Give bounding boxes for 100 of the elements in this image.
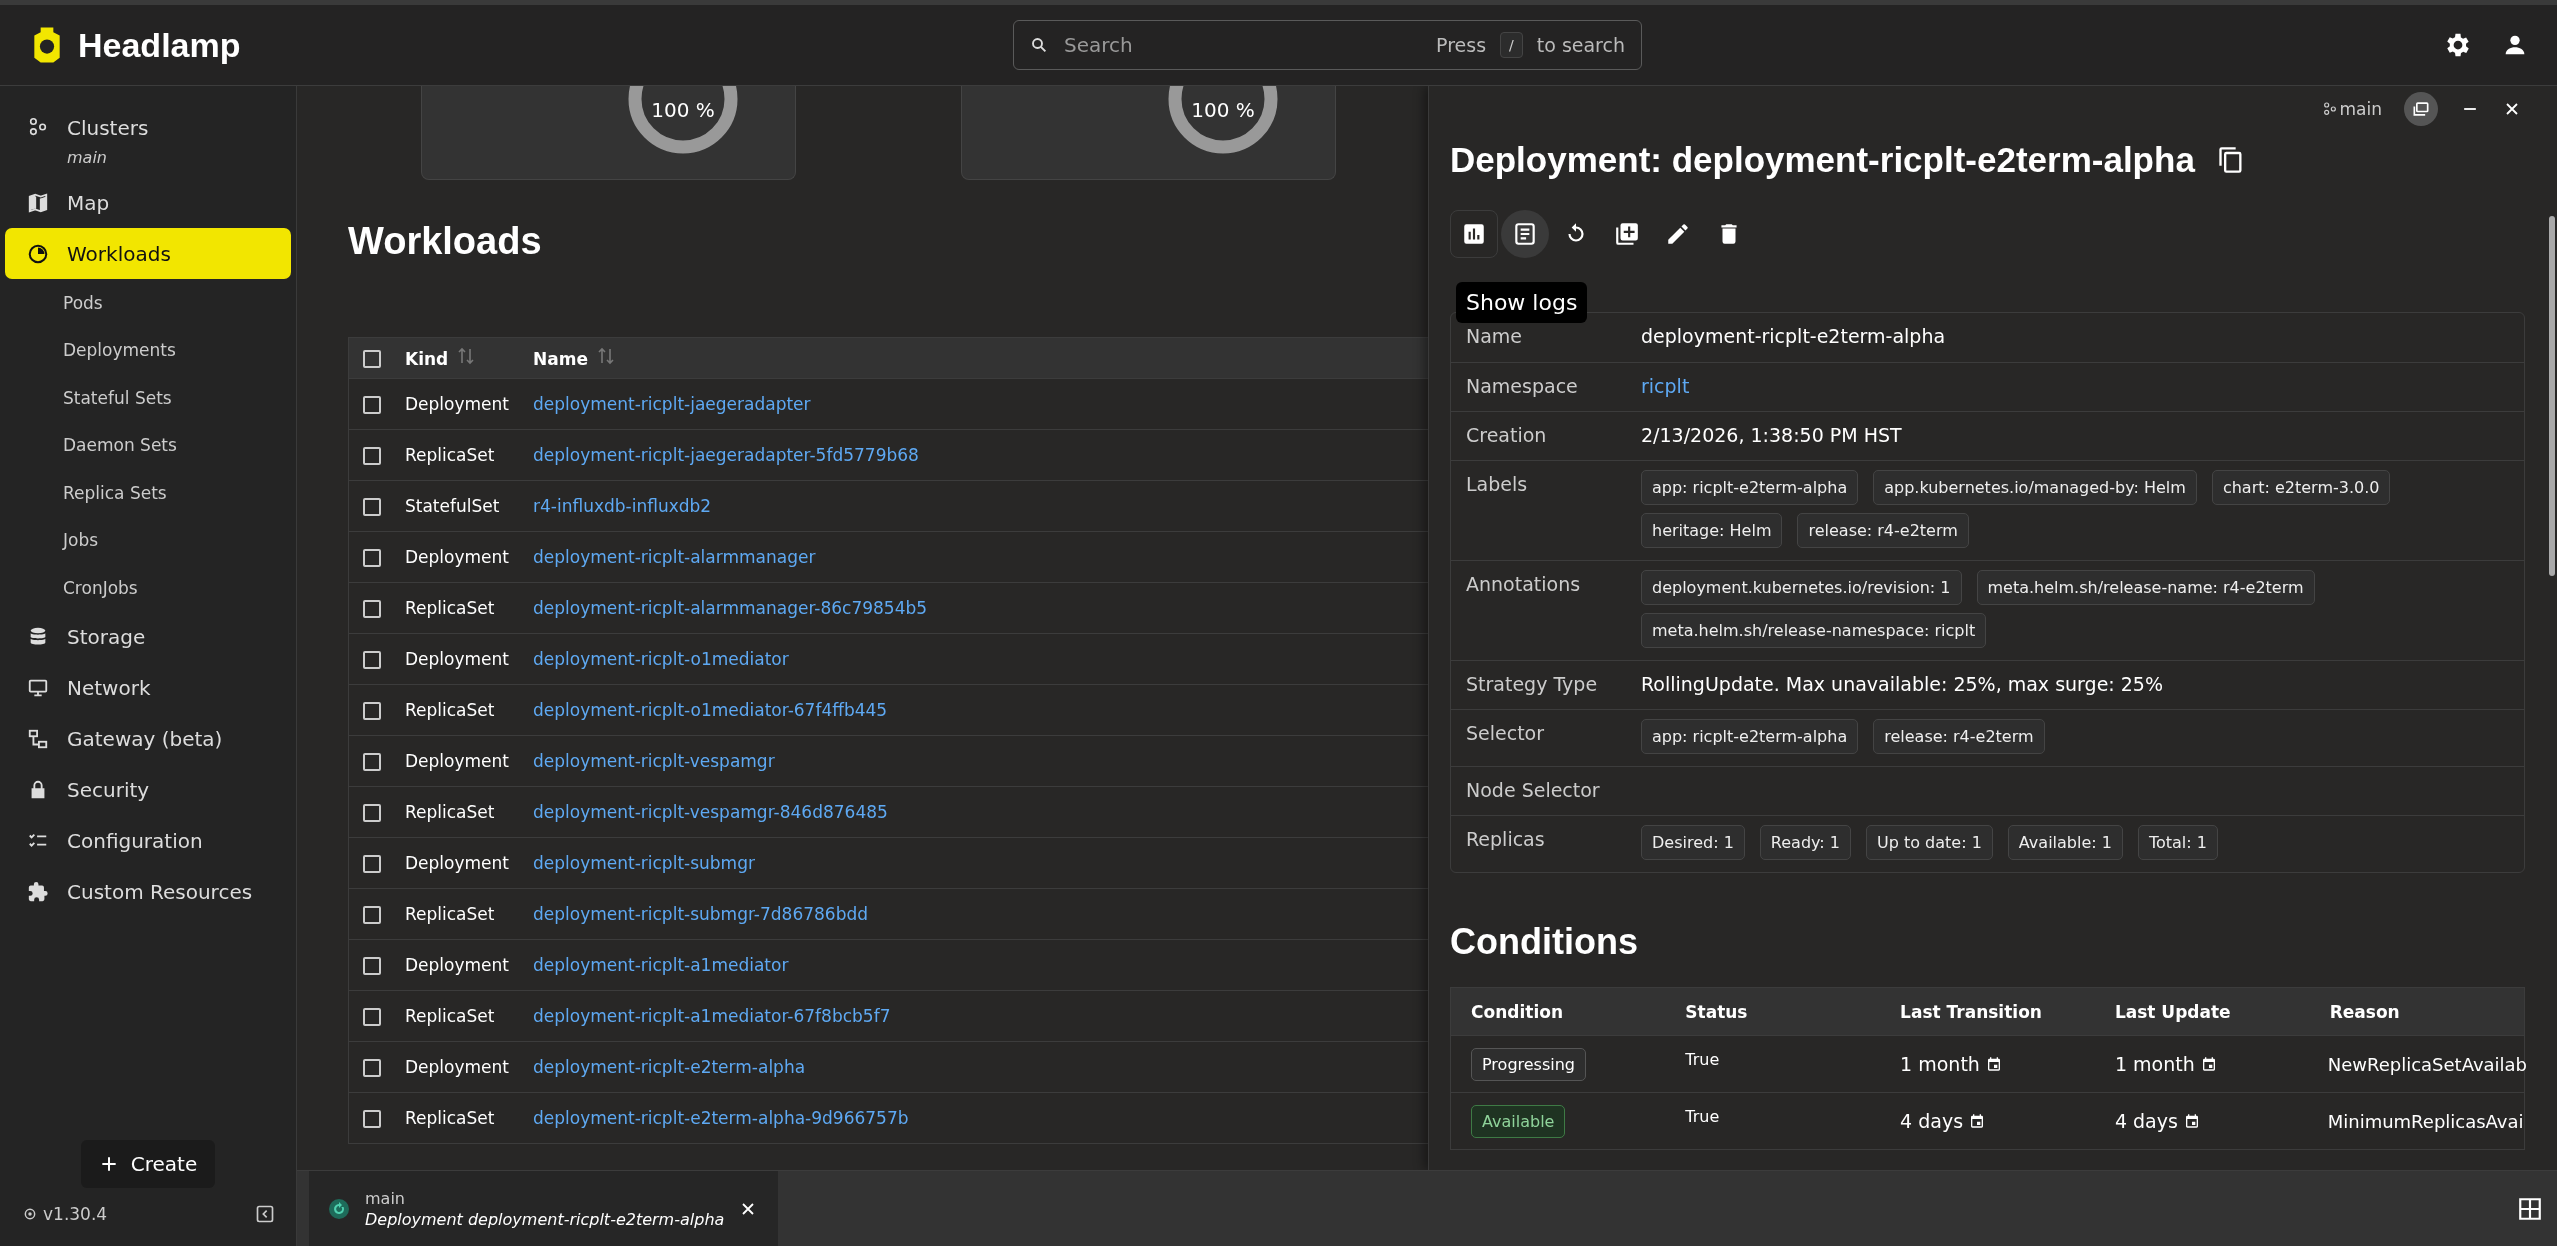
condition-tag: Progressing: [1471, 1047, 1587, 1081]
row-checkbox[interactable]: [363, 906, 381, 924]
create-button[interactable]: Create: [80, 1140, 216, 1188]
row-checkbox[interactable]: [363, 957, 381, 975]
sidebar-item[interactable]: Workloads: [5, 228, 291, 279]
resource-link[interactable]: deployment-ricplt-e2term-alpha-9d966757b: [533, 1108, 909, 1128]
select-all-checkbox[interactable]: [363, 350, 381, 368]
row-checkbox[interactable]: [363, 600, 381, 618]
row-checkbox[interactable]: [363, 447, 381, 465]
kind-cell: ReplicaSet: [405, 802, 495, 822]
sidebar-subitem[interactable]: Deployments: [5, 326, 291, 374]
sidebar-item[interactable]: Map: [5, 177, 291, 228]
shortcut-key: /: [1500, 32, 1523, 58]
resource-link[interactable]: deployment-ricplt-vespamgr: [533, 751, 775, 771]
resource-link[interactable]: deployment-ricplt-vespamgr-846d876485: [533, 802, 888, 822]
field-label: Namespace: [1465, 374, 1579, 399]
sidebar-item[interactable]: Security: [5, 764, 291, 816]
sort-icon[interactable]: [597, 347, 614, 365]
time-cell: 1 month: [1900, 1053, 1980, 1075]
field-label: Annotations: [1465, 572, 1582, 597]
status-cell: True: [1685, 1050, 1720, 1069]
resource-link[interactable]: deployment-ricplt-jaegeradapter-5fd5779b68: [533, 445, 919, 465]
metrics-button[interactable]: [1450, 210, 1498, 258]
field-label: Strategy Type: [1465, 672, 1599, 697]
row-checkbox[interactable]: [363, 396, 381, 414]
sidebar-subitem[interactable]: Pods: [5, 279, 291, 327]
resource-link[interactable]: deployment-ricplt-alarmmanager-86c79854b5: [533, 598, 928, 618]
search-hint: Press: [1436, 34, 1487, 56]
kind-cell: ReplicaSet: [405, 700, 495, 720]
row-checkbox[interactable]: [363, 1008, 381, 1026]
sidebar-item[interactable]: Storage: [5, 611, 291, 663]
bar-chart-icon: [1461, 221, 1487, 247]
search-field[interactable]: Search Press / to search: [1013, 20, 1642, 70]
row-checkbox[interactable]: [363, 804, 381, 822]
pie-chart-icon: [27, 242, 49, 265]
resource-link[interactable]: deployment-ricplt-o1mediator: [533, 649, 789, 669]
windowed-icon: [2411, 99, 2431, 119]
row-checkbox[interactable]: [363, 498, 381, 516]
collapse-icon[interactable]: [255, 1204, 275, 1224]
sidebar-item[interactable]: Clusters main: [5, 110, 291, 177]
sidebar-subitem[interactable]: Replica Sets: [5, 469, 291, 517]
column-header[interactable]: Name: [533, 349, 588, 369]
details-title: Deployment: deployment-ricplt-e2term-alpha: [1450, 140, 2195, 180]
sidebar-subitem[interactable]: CronJobs: [5, 564, 291, 612]
row-checkbox[interactable]: [363, 1059, 381, 1077]
condition-tag: Available: [1471, 1104, 1566, 1138]
panel-tab[interactable]: main Deployment deployment-ricplt-e2term-alpha: [309, 1171, 779, 1246]
tag: meta.helm.sh/release-namespace: ricplt: [1641, 613, 1987, 648]
time-cell: 4 days: [1900, 1110, 1964, 1132]
row-checkbox[interactable]: [363, 651, 381, 669]
calendar-icon: [1985, 1056, 2002, 1072]
kind-cell: StatefulSet: [405, 496, 500, 516]
resource-link[interactable]: deployment-ricplt-submgr: [533, 853, 755, 873]
row-checkbox[interactable]: [363, 702, 381, 720]
copy-icon[interactable]: [2216, 146, 2245, 174]
kind-cell: Deployment: [405, 649, 509, 669]
search-input[interactable]: Search: [1062, 32, 1423, 58]
resource-link[interactable]: r4-influxdb-influxdb2: [533, 496, 712, 516]
row-checkbox[interactable]: [363, 855, 381, 873]
tag: release: r4-e2term: [1797, 513, 1969, 548]
resource-link[interactable]: deployment-ricplt-alarmmanager: [533, 547, 816, 567]
field-value: RollingUpdate. Max unavailable: 25%, max surge: 25%: [1641, 672, 2164, 697]
namespace-link[interactable]: ricplt: [1641, 375, 1690, 397]
cluster-name: main: [67, 148, 108, 167]
sidebar-subitem[interactable]: Stateful Sets: [5, 374, 291, 422]
reason-cell: NewReplicaSetAvailab: [2327, 1053, 2528, 1075]
field-label: Name: [1465, 324, 1524, 349]
sidebar-item[interactable]: Network: [5, 662, 291, 714]
row-checkbox[interactable]: [363, 753, 381, 771]
resource-link[interactable]: deployment-ricplt-e2term-alpha: [533, 1057, 806, 1077]
row-checkbox[interactable]: [363, 1110, 381, 1128]
sidebar-item[interactable]: Configuration: [5, 815, 291, 867]
window-mode-button[interactable]: [2404, 92, 2438, 126]
kind-cell: ReplicaSet: [405, 1108, 495, 1128]
sidebar-subitem[interactable]: Daemon Sets: [5, 421, 291, 469]
resource-link[interactable]: deployment-ricplt-a1mediator-67f8bcb5f7: [533, 1006, 891, 1026]
scrollbar[interactable]: [2549, 216, 2555, 576]
sidebar-item[interactable]: Custom Resources: [5, 866, 291, 918]
resource-link[interactable]: deployment-ricplt-submgr-7d86786bdd: [533, 904, 869, 924]
sidebar-subitem[interactable]: Jobs: [5, 516, 291, 564]
sort-icon[interactable]: [458, 347, 475, 365]
sidebar-item[interactable]: Gateway (beta): [5, 713, 291, 765]
tag: app: ricplt-e2term-alpha: [1641, 470, 1859, 505]
search-hint: to search: [1536, 34, 1625, 56]
row-checkbox[interactable]: [363, 549, 381, 567]
field-label: Selector: [1465, 721, 1546, 746]
tooltip: Show logs: [1456, 282, 1588, 323]
resource-link[interactable]: deployment-ricplt-a1mediator: [533, 955, 789, 975]
tab-title: Deployment deployment-ricplt-e2term-alpha: [365, 1209, 725, 1229]
search-icon: [1030, 36, 1048, 54]
column-header[interactable]: Kind: [405, 349, 449, 369]
sidebar-label: Clusters: [67, 116, 149, 140]
tag: heritage: Helm: [1641, 513, 1783, 548]
field-label: Labels: [1465, 472, 1529, 497]
resource-link[interactable]: deployment-ricplt-jaegeradapter: [533, 394, 811, 414]
logs-button[interactable]: [1501, 210, 1549, 258]
tag: Up to date: 1: [1866, 825, 1993, 860]
grid-icon[interactable]: [2517, 1195, 2543, 1222]
resource-link[interactable]: deployment-ricplt-o1mediator-67f4ffb445: [533, 700, 888, 720]
page-title: Workloads: [348, 220, 542, 263]
